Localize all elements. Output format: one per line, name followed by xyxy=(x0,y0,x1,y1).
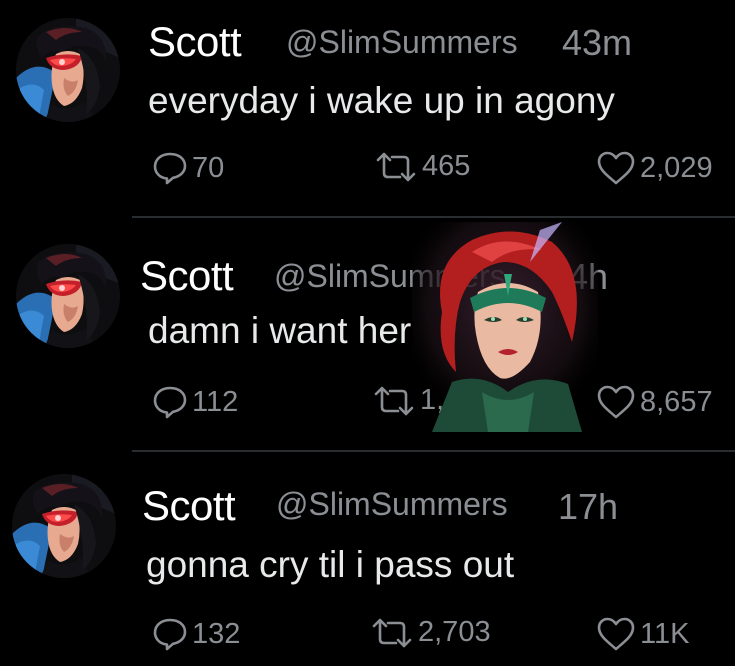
speech-bubble-icon xyxy=(152,384,192,420)
tweet-text: damn i want her xyxy=(148,310,412,351)
tweet-text: gonna cry til i pass out xyxy=(146,544,515,585)
tweet-text: everyday i wake up in agony xyxy=(148,80,615,121)
avatar[interactable] xyxy=(16,244,120,348)
retweet-arrows-icon xyxy=(370,617,418,649)
retweet-count: 2,703 xyxy=(418,616,491,648)
speech-bubble-icon xyxy=(152,616,192,652)
username-handle[interactable]: @SlimSummers xyxy=(274,258,506,295)
username-handle[interactable]: @SlimSummers xyxy=(276,486,508,523)
speech-bubble-icon xyxy=(152,150,192,186)
reply-button[interactable]: 70 xyxy=(152,150,224,186)
divider xyxy=(132,216,735,218)
like-button[interactable]: 2,029 xyxy=(596,150,713,186)
timestamp[interactable]: 17h xyxy=(558,486,618,528)
display-name[interactable]: Scott xyxy=(142,482,236,530)
reply-button[interactable]: 112 xyxy=(152,384,238,420)
username-handle[interactable]: @SlimSummers xyxy=(286,24,518,61)
retweet-button[interactable]: 1,450 xyxy=(372,384,493,417)
avatar[interactable] xyxy=(12,474,116,578)
timestamp[interactable]: 14h xyxy=(548,256,608,298)
like-count: 2,029 xyxy=(640,151,713,184)
display-name[interactable]: Scott xyxy=(140,252,234,300)
reply-count: 132 xyxy=(192,617,241,650)
timestamp[interactable]: 43m xyxy=(562,22,632,64)
reply-count: 70 xyxy=(192,151,225,184)
retweet-button[interactable]: 465 xyxy=(374,150,470,183)
heart-icon xyxy=(596,384,640,420)
avatar[interactable] xyxy=(16,18,120,122)
like-count: 8,657 xyxy=(640,385,713,418)
heart-icon xyxy=(596,616,640,652)
like-button[interactable]: 8,657 xyxy=(596,384,713,420)
retweet-count: 1,450 xyxy=(420,384,493,416)
reply-button[interactable]: 132 xyxy=(152,616,240,652)
like-count: 11K xyxy=(640,617,690,650)
display-name[interactable]: Scott xyxy=(148,18,242,66)
retweet-count: 465 xyxy=(422,150,471,182)
reply-count: 112 xyxy=(192,385,239,418)
heart-icon xyxy=(596,150,640,186)
divider xyxy=(132,450,735,452)
retweet-button[interactable]: 2,703 xyxy=(370,616,491,649)
retweet-arrows-icon xyxy=(372,385,420,417)
like-button[interactable]: 11K xyxy=(596,616,689,652)
retweet-arrows-icon xyxy=(374,151,422,183)
